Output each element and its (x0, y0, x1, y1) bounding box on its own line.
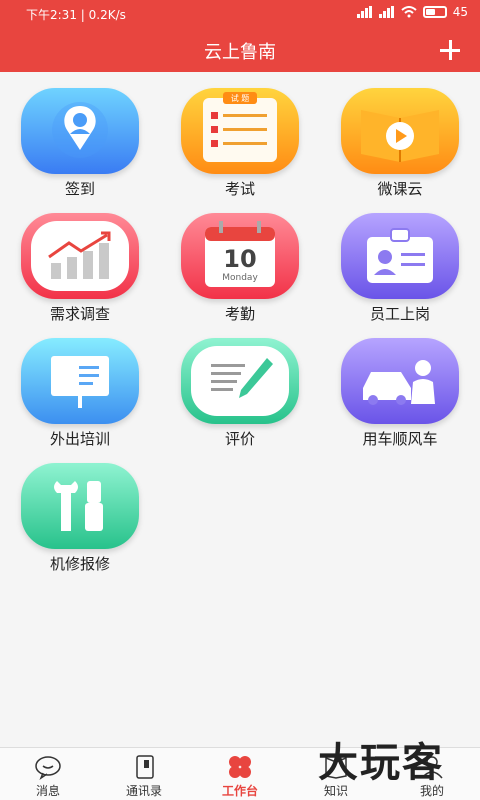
exam-paper-icon: 试 题 (181, 88, 299, 174)
tile-label: 员工上岗 (369, 305, 430, 323)
calendar-day-text: 10 (223, 245, 256, 273)
location-pin-icon (21, 88, 139, 174)
tile-label: 外出培训 (49, 430, 110, 448)
calendar-icon: 10 Monday (181, 213, 299, 299)
tab-label: 消息 (35, 784, 60, 798)
signal-icon (378, 6, 395, 18)
presentation-board-icon (21, 338, 139, 424)
battery-percent: 45 (452, 5, 468, 19)
tile-label: 评价 (224, 430, 255, 448)
pencil-paper-icon (181, 338, 299, 424)
address-book-icon (136, 755, 154, 779)
bar-chart-icon (21, 213, 139, 299)
tile-label: 需求调查 (49, 305, 110, 323)
watermark-text: 大玩客 (318, 740, 444, 786)
tile-label: 用车顺风车 (362, 430, 438, 448)
tile-attendance[interactable]: 10 Monday 考勤 (160, 209, 320, 329)
tile-carpool[interactable]: 用车顺风车 (320, 334, 480, 454)
status-bar: 下午2:31 | 0.2K/s 45 (0, 0, 480, 28)
tile-label: 考勤 (224, 305, 255, 323)
workbench-content: 签到 试 题 考试 微课云 需求调查 10 Monday 考勤 员工上岗 外出培… (0, 72, 480, 748)
wrench-screwdriver-icon (21, 463, 139, 549)
grid-flower-icon (229, 756, 251, 778)
tile-label: 机修报修 (49, 555, 110, 573)
tab-contacts[interactable]: 通讯录 (96, 748, 192, 800)
tile-label: 考试 (224, 180, 255, 198)
tile-training[interactable]: 外出培训 (0, 334, 160, 454)
page-title: 云上鲁南 (204, 42, 276, 63)
tile-repair[interactable]: 机修报修 (0, 459, 160, 579)
tile-micro-course[interactable]: 微课云 (320, 84, 480, 204)
calendar-weekday-text: Monday (222, 273, 258, 283)
tile-label: 微课云 (377, 180, 423, 198)
wifi-icon (401, 6, 417, 18)
status-speed: 0.2K/s (88, 8, 126, 22)
exam-badge-text: 试 题 (231, 93, 250, 103)
tab-label: 工作台 (221, 784, 258, 798)
tile-exam[interactable]: 试 题 考试 (160, 84, 320, 204)
app-bar: 云上鲁南 (0, 28, 480, 72)
status-time: 下午2:31 (26, 8, 77, 22)
signal-icon (356, 6, 373, 18)
car-person-icon (341, 338, 459, 424)
tile-label: 签到 (64, 180, 95, 198)
add-button[interactable] (436, 36, 464, 64)
video-book-icon (341, 88, 459, 174)
id-card-icon (341, 213, 459, 299)
battery-icon (422, 6, 447, 18)
chat-bubble-icon (35, 756, 61, 780)
tile-onboarding[interactable]: 员工上岗 (320, 209, 480, 329)
tile-sign-in[interactable]: 签到 (0, 84, 160, 204)
tab-messages[interactable]: 消息 (0, 748, 96, 800)
tile-evaluation[interactable]: 评价 (160, 334, 320, 454)
tab-workbench[interactable]: 工作台 (192, 748, 288, 800)
tile-survey[interactable]: 需求调查 (0, 209, 160, 329)
tab-label: 通讯录 (125, 784, 162, 798)
